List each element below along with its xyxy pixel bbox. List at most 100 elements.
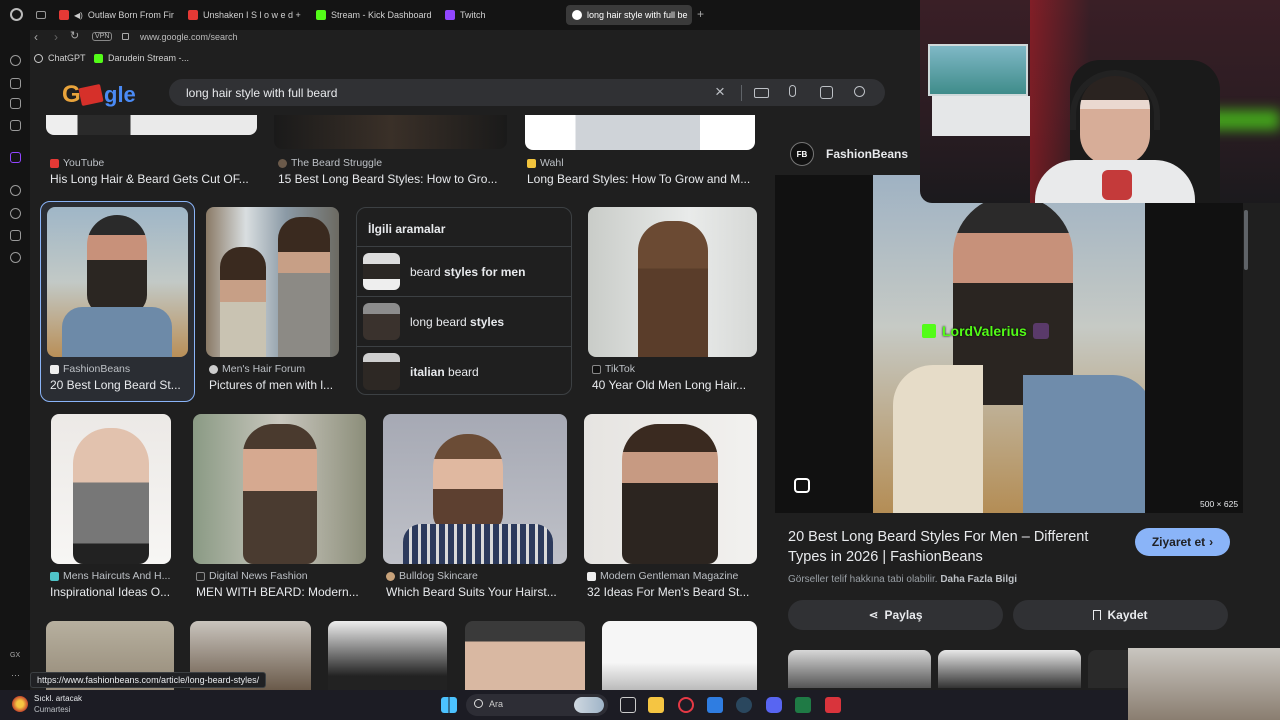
panel-title[interactable]: 20 Best Long Beard Styles For Men – Diff… — [788, 527, 1118, 567]
image-result-row4-4[interactable] — [465, 621, 585, 690]
history-icon[interactable] — [10, 185, 21, 196]
image-result-mens-hair-forum[interactable] — [206, 207, 339, 357]
opera-logo-icon[interactable] — [10, 8, 23, 21]
image-result-row4-3[interactable] — [328, 621, 447, 690]
title-beard-struggle[interactable]: 15 Best Long Beard Styles: How to Gro... — [278, 172, 508, 186]
tab-outlaw[interactable]: ◀) Outlaw Born From Fire — [59, 5, 174, 25]
image-result-youtube[interactable] — [46, 115, 257, 135]
related-item-italian-beard[interactable]: italian beard — [363, 352, 567, 390]
bookmark-chatgpt[interactable]: ChatGPT — [48, 53, 86, 63]
tab-kick-dashboard[interactable]: Stream - Kick Dashboard — [316, 5, 432, 25]
source-wahl[interactable]: Wahl — [527, 157, 564, 169]
gx-label[interactable]: GX — [10, 652, 20, 659]
image-result-tiktok[interactable] — [588, 207, 757, 357]
save-button[interactable]: Kaydet — [1013, 600, 1228, 630]
excel-icon[interactable] — [795, 697, 811, 713]
search-input[interactable]: long hair style with full beard — [186, 86, 337, 100]
file-explorer-icon[interactable] — [648, 697, 664, 713]
forward-icon[interactable]: › — [54, 30, 58, 44]
new-tab-button[interactable]: + — [697, 7, 704, 21]
title-mens-hair-forum[interactable]: Pictures of men with l... — [209, 378, 339, 392]
source-beard-struggle[interactable]: The Beard Struggle — [278, 157, 382, 169]
source-mens-hair-forum[interactable]: Men's Hair Forum — [209, 363, 305, 375]
extensions-icon[interactable] — [10, 230, 21, 241]
title-fashionbeans[interactable]: 20 Best Long Beard St... — [50, 378, 190, 392]
windows-start-icon[interactable] — [441, 697, 457, 713]
source-logo-fb[interactable]: FB — [790, 142, 814, 166]
weather-line1[interactable]: Sıckl. artacak — [34, 694, 82, 703]
player-icon[interactable] — [10, 98, 21, 109]
title-mens-haircuts[interactable]: Inspirational Ideas O... — [50, 585, 175, 599]
tab-google-search[interactable]: long hair style with full be — [566, 5, 692, 25]
tab-twitch[interactable]: Twitch — [445, 5, 505, 25]
stream-app-icon[interactable] — [825, 697, 841, 713]
panel-scrollbar[interactable] — [1244, 210, 1248, 270]
discord-icon[interactable] — [766, 697, 782, 713]
kick-overlay: LordValerius — [922, 323, 1049, 339]
google-doodle-logo[interactable]: G gle — [60, 80, 140, 108]
steam-icon[interactable] — [736, 697, 752, 713]
image-result-fashionbeans[interactable] — [47, 207, 188, 357]
panel-source-name[interactable]: FashionBeans — [826, 147, 908, 161]
speed-dial-icon[interactable] — [10, 55, 21, 66]
source-mens-haircuts[interactable]: Mens Haircuts And H... — [50, 570, 170, 582]
image-result-digital-news[interactable] — [193, 414, 366, 564]
source-fashionbeans[interactable]: FashionBeans — [50, 363, 130, 375]
twitch-sidebar-icon[interactable] — [10, 152, 21, 163]
related-image-1[interactable] — [788, 650, 931, 688]
title-modern-gentleman[interactable]: 32 Ideas For Men's Beard St... — [587, 585, 759, 599]
lens-icon[interactable] — [820, 86, 833, 99]
image-result-bulldog[interactable] — [383, 414, 567, 564]
title-youtube[interactable]: His Long Hair & Beard Gets Cut OF... — [50, 172, 260, 186]
bulldog-icon — [386, 571, 395, 581]
status-url: https://www.fashionbeans.com/article/lon… — [30, 672, 267, 688]
mail-icon[interactable] — [707, 697, 723, 713]
vpn-badge[interactable]: VPN — [92, 32, 113, 41]
source-digital-news[interactable]: Digital News Fashion — [196, 570, 308, 582]
image-result-modern-gentleman[interactable] — [584, 414, 757, 564]
image-result-mens-haircuts[interactable] — [51, 414, 171, 564]
title-digital-news[interactable]: MEN WITH BEARD: Modern... — [196, 585, 366, 599]
image-result-row4-5[interactable] — [602, 621, 757, 690]
title-bulldog[interactable]: Which Beard Suits Your Hairst... — [386, 585, 566, 599]
source-youtube[interactable]: YouTube — [50, 157, 104, 169]
share-button[interactable]: ⋖ Paylaş — [788, 600, 1003, 630]
weather-icon[interactable] — [12, 696, 28, 712]
ai-icon[interactable] — [10, 78, 21, 89]
clock-icon[interactable] — [10, 208, 21, 219]
title-tiktok[interactable]: 40 Year Old Men Long Hair... — [592, 378, 757, 392]
task-view-icon[interactable] — [620, 697, 636, 713]
taskbar-search[interactable]: Ara — [466, 694, 608, 716]
visit-button[interactable]: Ziyaret et › — [1135, 528, 1230, 556]
related-image-2[interactable] — [938, 650, 1081, 688]
image-result-wahl[interactable] — [525, 115, 755, 150]
image-result-beard-struggle[interactable] — [274, 115, 507, 149]
microphone-icon[interactable] — [789, 85, 796, 97]
more-icon[interactable]: ··· — [11, 670, 20, 680]
clear-icon[interactable]: × — [715, 82, 725, 102]
webcam-overlay — [920, 0, 1280, 203]
title-wahl[interactable]: Long Beard Styles: How To Grow and M... — [527, 172, 757, 186]
source-modern-gentleman[interactable]: Modern Gentleman Magazine — [587, 570, 738, 582]
search-icon[interactable] — [854, 86, 865, 97]
tab-menu-icon[interactable] — [36, 11, 46, 19]
source-tiktok[interactable]: TikTok — [592, 363, 635, 375]
opera-gx-icon[interactable] — [678, 697, 694, 713]
bookmark-darudein[interactable]: Darudein Stream -... — [108, 53, 189, 63]
visual-search-icon[interactable] — [794, 478, 810, 493]
settings-icon[interactable] — [10, 252, 21, 263]
related-item-beard-styles[interactable]: beard styles for men — [363, 252, 567, 290]
messenger-icon[interactable] — [10, 120, 21, 131]
back-icon[interactable]: ‹ — [34, 30, 38, 44]
kick-icon — [316, 10, 326, 20]
keyboard-icon[interactable] — [754, 88, 769, 98]
related-item-long-beard-styles[interactable]: long beard styles — [363, 302, 567, 340]
tab-unshaken[interactable]: Unshaken I S l o w e d + R — [188, 5, 302, 25]
preview-image[interactable] — [873, 175, 1145, 513]
search-box[interactable]: long hair style with full beard × — [169, 79, 885, 106]
source-bulldog[interactable]: Bulldog Skincare — [386, 570, 478, 582]
related-heading: İlgili aramalar — [368, 222, 446, 236]
more-info-link[interactable]: Daha Fazla Bilgi — [940, 574, 1017, 585]
url-text[interactable]: www.google.com/search — [140, 32, 238, 42]
reload-icon[interactable]: ↻ — [70, 29, 79, 42]
